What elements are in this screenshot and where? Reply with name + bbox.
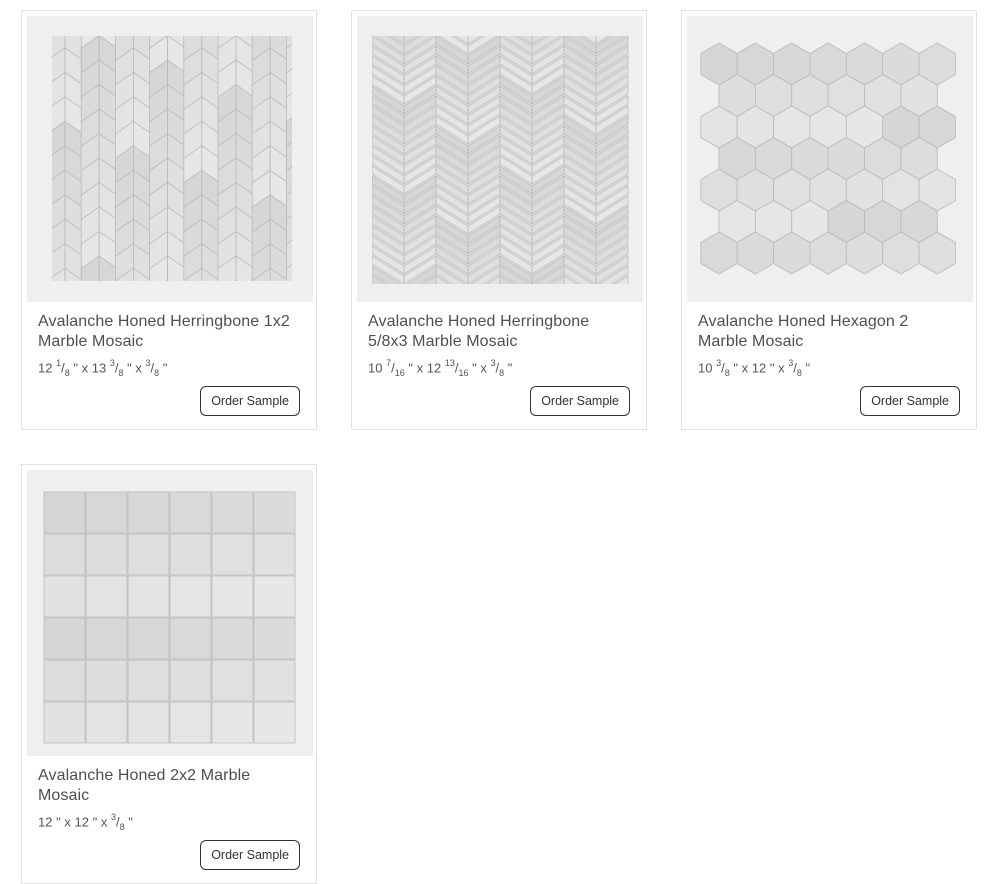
- product-card[interactable]: Avalanche Honed Herringbone 1x2 Marble M…: [21, 10, 317, 430]
- product-image[interactable]: [27, 470, 313, 756]
- herringbone-1x2-image: [27, 16, 313, 302]
- square-2x2-image: [27, 470, 313, 756]
- hexagon-2-image: [687, 16, 973, 302]
- order-sample-button[interactable]: Order Sample: [200, 386, 300, 416]
- product-image[interactable]: [357, 16, 643, 302]
- product-image[interactable]: [27, 16, 313, 302]
- product-dimensions: 12 1/8 " x 13 3/8 " x 3/8 ": [38, 358, 168, 378]
- product-name[interactable]: Avalanche Honed Herringbone 5/8x3 Marble…: [368, 312, 632, 352]
- order-sample-button[interactable]: Order Sample: [860, 386, 960, 416]
- herringbone-5-8x3-image: [357, 16, 643, 302]
- product-card[interactable]: Avalanche Honed 2x2 Marble Mosaic 12 " x…: [21, 464, 317, 884]
- product-dimensions: 10 7/16 " x 12 13/16 " x 3/8 ": [368, 358, 513, 378]
- order-sample-button[interactable]: Order Sample: [200, 840, 300, 870]
- product-name[interactable]: Avalanche Honed 2x2 Marble Mosaic: [38, 766, 302, 806]
- product-card[interactable]: Avalanche Honed Herringbone 5/8x3 Marble…: [351, 10, 647, 430]
- product-dimensions: 10 3/8 " x 12 " x 3/8 ": [698, 358, 811, 378]
- product-name[interactable]: Avalanche Honed Herringbone 1x2 Marble M…: [38, 312, 302, 352]
- product-image[interactable]: [687, 16, 973, 302]
- order-sample-button[interactable]: Order Sample: [530, 386, 630, 416]
- product-card[interactable]: Avalanche Honed Hexagon 2 Marble Mosaic …: [681, 10, 977, 430]
- product-name[interactable]: Avalanche Honed Hexagon 2 Marble Mosaic: [698, 312, 962, 352]
- product-dimensions: 12 " x 12 " x 3/8 ": [38, 812, 133, 832]
